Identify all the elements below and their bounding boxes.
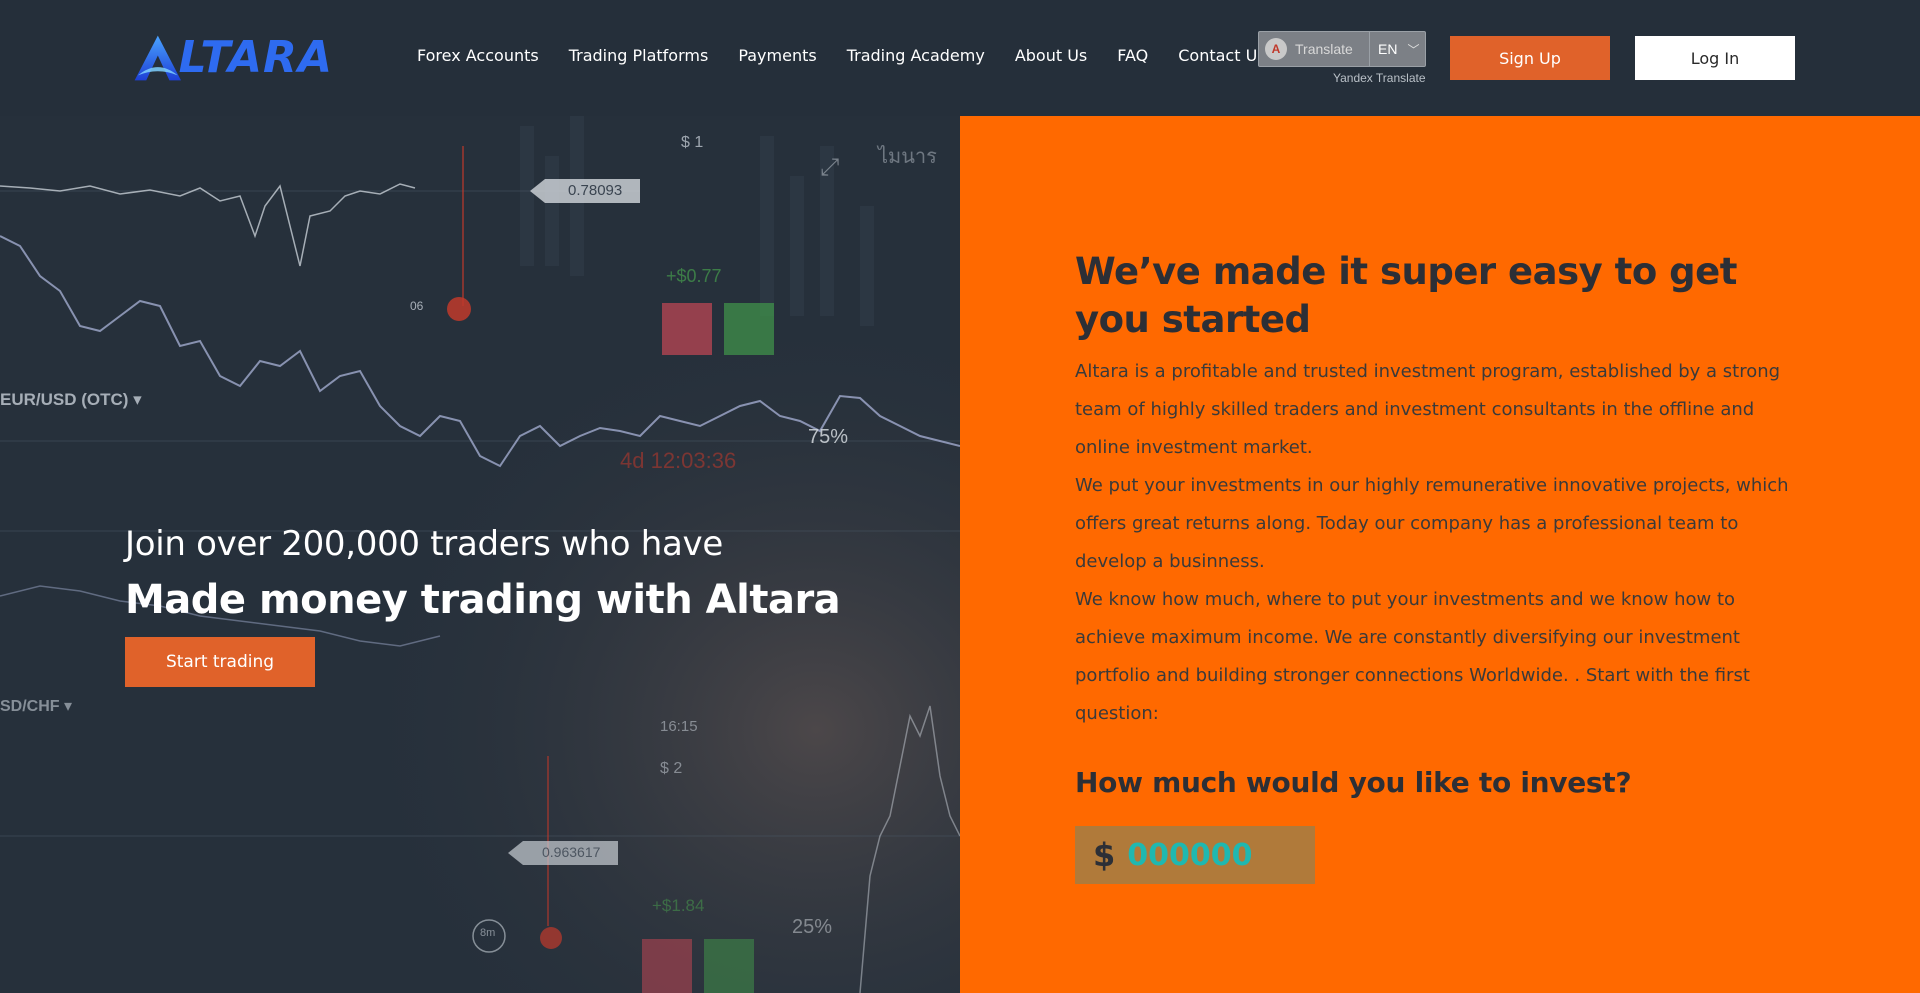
expiry-label: 4d 12:03:36 — [620, 448, 737, 473]
hero-subtitle: Join over 200,000 traders who have — [125, 524, 723, 564]
logo-text: LTARA — [178, 32, 333, 83]
invest-amount-field[interactable]: $ — [1075, 826, 1315, 884]
percent-label-1: 75% — [808, 426, 849, 448]
nav-contact-us[interactable]: Contact Us — [1178, 46, 1265, 65]
amount-label-2: $ 2 — [660, 760, 683, 777]
price-tag-1: 0.78093 — [568, 182, 623, 199]
logo-a-icon — [134, 35, 182, 81]
invest-question: How much would you like to invest? — [1075, 766, 1632, 799]
nav-trading-academy[interactable]: Trading Academy — [847, 46, 985, 65]
panel-paragraph-1: Altara is a profitable and trusted inves… — [1075, 361, 1781, 458]
translate-label: Translate — [1295, 41, 1353, 57]
time-label: 16:15 — [660, 718, 698, 735]
main-nav: Forex Accounts Trading Platforms Payment… — [417, 46, 1296, 65]
hero-section: 0.78093 0.963617 EUR/USD (OTC) ▾ SD/CHF … — [0, 116, 960, 993]
panel-paragraph-2: We put your investments in our highly re… — [1075, 475, 1789, 572]
chevron-down-icon[interactable]: ﹀ — [1407, 41, 1419, 58]
profit-label-1: +$0.77 — [666, 266, 722, 286]
expand-icon: ⤢ — [820, 154, 840, 181]
price-tag-2: 0.963617 — [542, 844, 601, 860]
nav-payments[interactable]: Payments — [738, 46, 816, 65]
timer-label: 8m — [480, 927, 496, 939]
translate-divider — [1369, 32, 1370, 66]
amount-label-1: $ 1 — [681, 134, 704, 151]
profit-label-2: +$1.84 — [652, 896, 705, 915]
language-select[interactable]: EN — [1378, 41, 1397, 57]
panel-heading: We’ve made it super easy to get you star… — [1075, 250, 1737, 341]
pair-label-1: EUR/USD (OTC) ▾ — [0, 390, 142, 409]
translate-widget[interactable]: A Translate EN ﹀ — [1258, 31, 1426, 67]
locale-badge: ไมนาร — [878, 146, 937, 168]
nav-faq[interactable]: FAQ — [1117, 46, 1148, 65]
nav-trading-platforms[interactable]: Trading Platforms — [569, 46, 709, 65]
currency-symbol: $ — [1093, 836, 1116, 874]
invest-amount-input[interactable] — [1127, 837, 1308, 873]
panel-body: Altara is a profitable and trusted inves… — [1075, 353, 1795, 733]
log-in-button[interactable]: Log In — [1635, 36, 1795, 80]
panel-paragraph-3: We know how much, where to put your inve… — [1075, 589, 1750, 724]
nav-forex-accounts[interactable]: Forex Accounts — [417, 46, 539, 65]
pair-label-2: SD/CHF ▾ — [0, 698, 73, 715]
hero-title: Made money trading with Altara — [125, 577, 841, 623]
translate-provider[interactable]: Yandex Translate — [1333, 71, 1426, 85]
start-trading-button[interactable]: Start trading — [125, 637, 315, 687]
translate-icon: A — [1265, 38, 1287, 60]
intro-panel: We’ve made it super easy to get you star… — [960, 116, 1920, 993]
marker-label: 06 — [410, 299, 424, 313]
altara-logo[interactable]: LTARA — [133, 28, 333, 88]
percent-label-2: 25% — [792, 916, 833, 938]
sign-up-button[interactable]: Sign Up — [1450, 36, 1610, 80]
site-header: LTARA Forex Accounts Trading Platforms P… — [0, 0, 1920, 116]
nav-about-us[interactable]: About Us — [1015, 46, 1087, 65]
